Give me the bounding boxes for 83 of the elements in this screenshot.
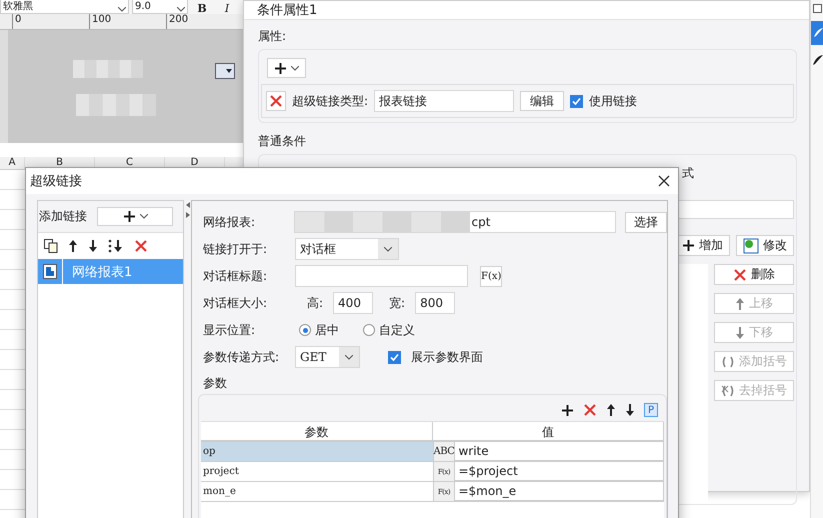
caret-icon (177, 7, 185, 12)
paren-remove-icon (721, 384, 735, 396)
section-label: 参数 (203, 375, 228, 392)
checkbox-label: 使用链接 (589, 92, 638, 110)
font-size-select[interactable]: 9.0 (132, 0, 188, 14)
caret-icon (140, 214, 148, 219)
field-label: 宽: (389, 294, 406, 312)
radio-label: 居中 (315, 322, 339, 338)
section-label: 属性: (258, 28, 288, 45)
p-button[interactable]: P (644, 403, 658, 417)
hyperlink-type-field[interactable]: 报表链接 (374, 90, 514, 112)
condition-field[interactable] (678, 200, 794, 219)
radio-button[interactable] (299, 324, 311, 336)
ruler-label: 0 (12, 14, 89, 29)
radio-label: 自定义 (379, 322, 415, 338)
close-icon (583, 403, 597, 417)
dialog-title-field[interactable] (295, 265, 468, 287)
blurred-block (73, 60, 143, 78)
close-icon (269, 94, 283, 108)
move-up-icon (68, 239, 78, 253)
checkbox-label: 展示参数界面 (411, 348, 483, 366)
caret-icon (384, 246, 392, 252)
field-label: 对话框标题: (203, 268, 268, 284)
formula-button[interactable]: F(x) (480, 266, 502, 286)
dialog-title: 超级链接 (30, 173, 82, 190)
method-select[interactable]: GET (295, 346, 360, 368)
choose-button[interactable]: 选择 (625, 212, 667, 232)
arrow-up-icon (735, 296, 745, 310)
ruler-label: 100 (89, 14, 166, 29)
window-title: 条件属性1 (244, 1, 809, 20)
add-link-label: 添加链接 (39, 208, 87, 225)
delete-button[interactable] (266, 91, 286, 111)
edit-button[interactable]: 修改 (736, 235, 794, 256)
column-header: 值 (432, 422, 664, 440)
bold-button[interactable]: B (191, 3, 213, 14)
column-header: 参数 (201, 422, 432, 440)
add-icon (561, 404, 574, 416)
field-label: 超级链接类型: (292, 92, 368, 110)
table-cell[interactable]: write (454, 442, 664, 461)
report-path-field[interactable]: cpt (294, 211, 616, 233)
section-label: 普通条件 (258, 133, 307, 150)
add-link-button[interactable] (97, 207, 173, 226)
font-select[interactable]: 软雅黑 (0, 0, 129, 14)
close-icon (733, 268, 747, 282)
checkbox[interactable] (388, 350, 401, 364)
arrow-down-icon (625, 403, 635, 417)
move-bottom-icon[interactable] (108, 239, 124, 253)
plus-icon (274, 62, 287, 74)
field-label: 高: (307, 294, 324, 312)
side-button[interactable]: 删除 (714, 264, 794, 285)
table-cell[interactable]: op (201, 442, 432, 461)
height-field[interactable]: 400 (333, 292, 374, 314)
add-button[interactable] (267, 58, 306, 78)
field-label: 链接打开于: (203, 240, 268, 258)
radio-button[interactable] (363, 324, 375, 336)
checkbox[interactable] (570, 94, 584, 108)
report-icon (43, 264, 57, 279)
caret-icon (291, 66, 299, 70)
plus-icon (122, 210, 136, 223)
table-cell[interactable]: =$project (454, 462, 664, 481)
copy-icon[interactable] (44, 239, 58, 253)
plus-icon (682, 239, 695, 252)
pen-icon (811, 53, 823, 67)
italic-button[interactable]: I (216, 3, 238, 14)
move-down-icon (88, 239, 98, 253)
caret-icon (345, 354, 353, 360)
caret-icon (118, 7, 126, 12)
table-cell[interactable]: =$mon_e (454, 482, 664, 501)
close-icon (134, 239, 148, 253)
value-type-button[interactable]: ABC (432, 442, 454, 461)
field-label: 参数传递方式: (203, 348, 280, 366)
dropdown-icon (215, 63, 235, 79)
label-text: 式 (682, 165, 694, 182)
field-label: 显示位置: (203, 322, 256, 338)
width-field[interactable]: 800 (415, 292, 456, 314)
field-label: 对话框大小: (203, 294, 268, 312)
open-in-select[interactable]: 对话框 (295, 238, 399, 260)
paren-icon (721, 356, 735, 368)
arrow-down-icon (735, 326, 745, 340)
arrow-up-icon (606, 403, 616, 417)
field-label: 网络报表: (203, 214, 256, 230)
edit-button[interactable]: 编辑 (520, 91, 564, 111)
close-icon[interactable] (658, 175, 670, 187)
